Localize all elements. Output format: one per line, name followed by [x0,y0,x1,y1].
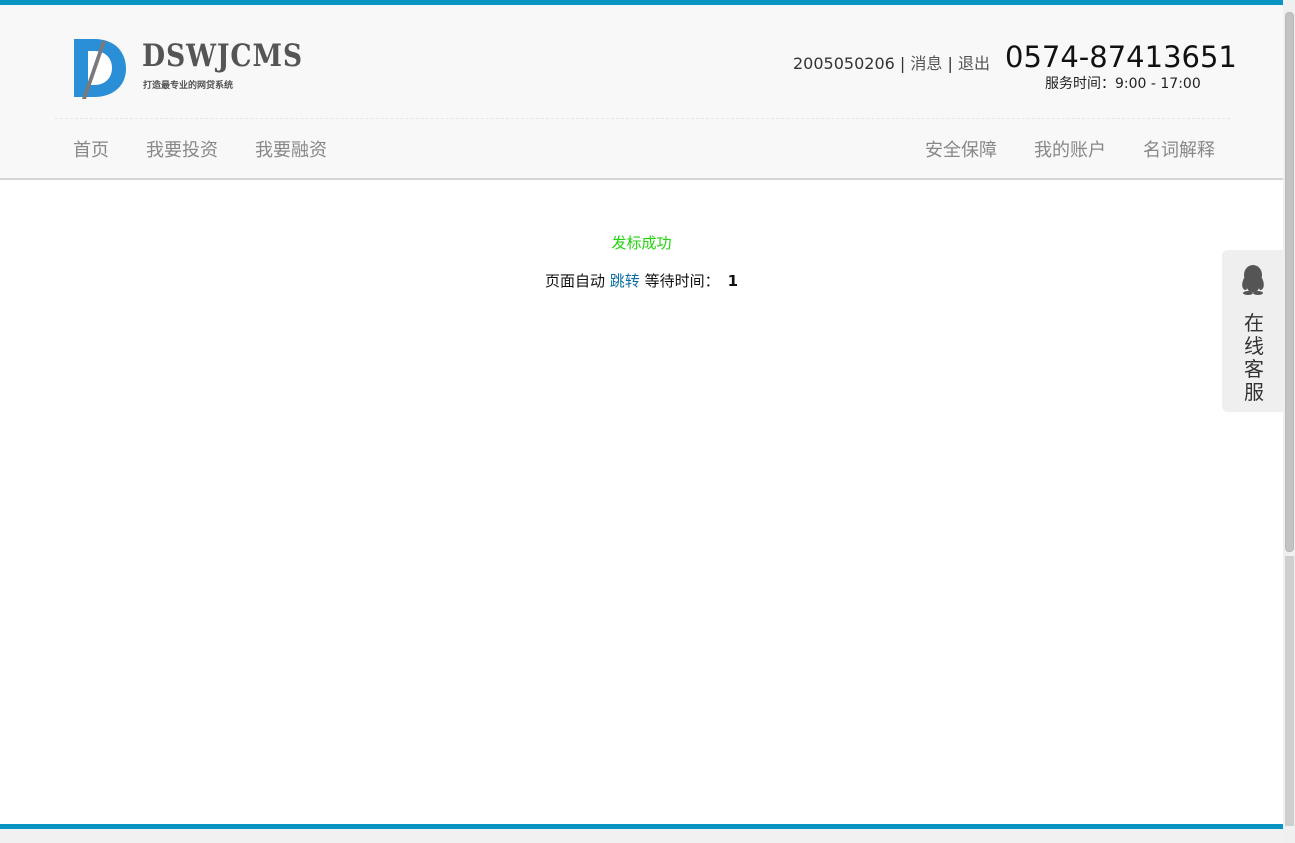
logo-tagline: 打造最专业的网贷系统 [143,81,234,91]
scrollbar-track [1285,556,1294,826]
messages-link[interactable]: 消息 [910,54,942,73]
nav-glossary[interactable]: 名词解释 [1143,138,1215,164]
redirect-notice: 页面自动 跳转 等待时间： 1 [0,270,1283,292]
nav-borrow[interactable]: 我要融资 [255,138,327,164]
nav-my-account[interactable]: 我的账户 [1034,138,1106,164]
redirect-link[interactable]: 跳转 [610,272,640,290]
online-service-tab[interactable]: 在线客服 [1222,250,1283,412]
site-header: DSWJCMS 打造最专业的网贷系统 2005050206 | 消息 | 退出 … [0,5,1283,180]
online-service-label: 在线客服 [1244,311,1264,404]
logo-d-icon [74,39,126,99]
main-nav-right: 安全保障 我的账户 名词解释 [925,138,1215,164]
footer-strip [0,829,1283,843]
nav-invest[interactable]: 我要投资 [146,138,218,164]
success-message: 发标成功 [611,234,672,252]
qq-icon [1242,265,1264,295]
separator: | [899,54,906,73]
countdown-value: 1 [727,272,739,290]
user-links: 2005050206 | 消息 | 退出 [793,52,990,76]
header-divider [55,118,1230,119]
vertical-scrollbar[interactable] [1283,0,1295,843]
page: DSWJCMS 打造最专业的网贷系统 2005050206 | 消息 | 退出 … [0,0,1295,843]
service-time: 服务时间：9:00 - 17:00 [1045,76,1201,92]
redirect-wait-label: 等待时间： [644,272,720,290]
user-id: 2005050206 [793,54,895,73]
logo-text: DSWJCMS [142,38,303,74]
logout-link[interactable]: 退出 [958,54,990,73]
nav-security[interactable]: 安全保障 [925,138,997,164]
nav-home[interactable]: 首页 [73,138,109,164]
scrollbar-thumb[interactable] [1285,12,1294,552]
hotline-phone: 0574-87413651 [1005,40,1237,74]
separator: | [947,54,953,73]
redirect-prefix: 页面自动 [544,272,605,290]
site-logo[interactable]: DSWJCMS 打造最专业的网贷系统 [72,33,302,103]
main-nav-left: 首页 我要投资 我要融资 [73,138,364,164]
